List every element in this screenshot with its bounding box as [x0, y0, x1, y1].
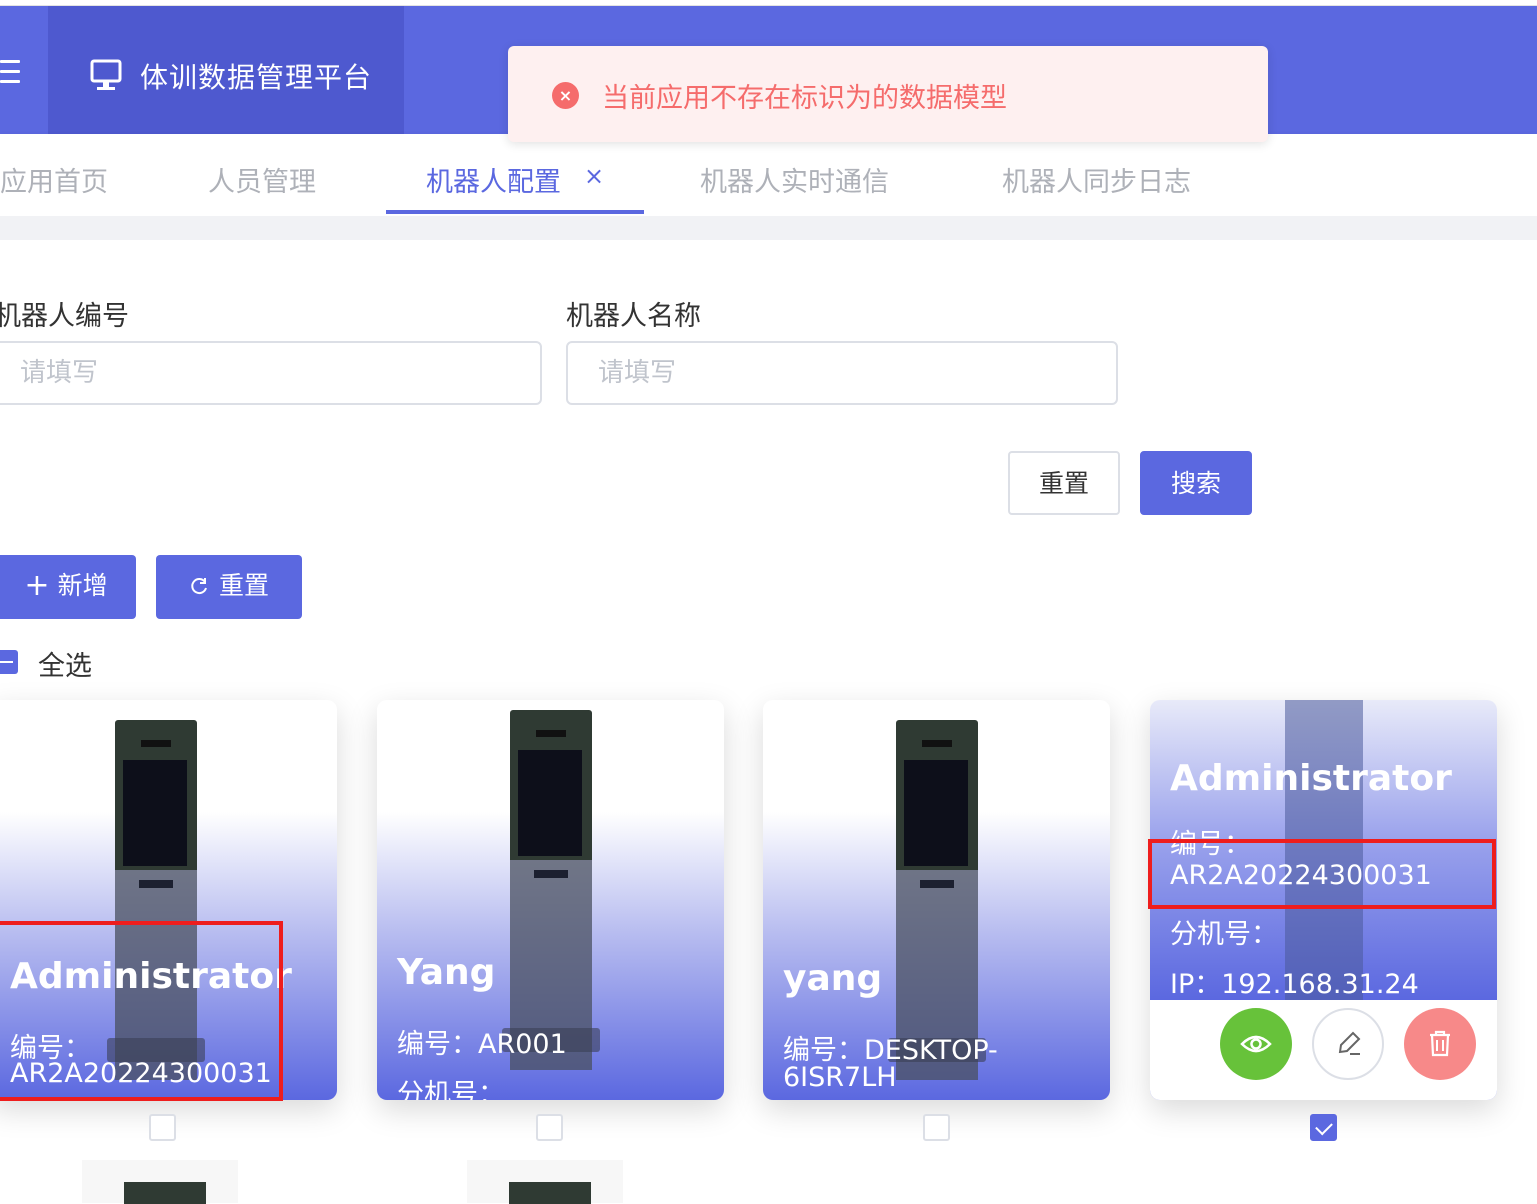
highlight-box: [0, 921, 283, 1101]
robot-kiosk-image: [888, 720, 986, 1080]
pencil-icon: [1338, 1031, 1361, 1055]
select-all-label: 全选: [38, 651, 92, 682]
plus-icon: +: [24, 568, 50, 603]
tab-close-icon[interactable]: ×: [584, 162, 604, 190]
select-all-checkbox[interactable]: [0, 650, 18, 674]
robot-card-peek[interactable]: [82, 1160, 238, 1204]
robot-extension: 分机号：: [397, 1079, 505, 1100]
robot-kiosk-image: [502, 710, 600, 1070]
card-checkbox-checked[interactable]: [1310, 1114, 1337, 1141]
error-toast: × 当前应用不存在标识为的数据模型: [508, 46, 1268, 142]
robot-name: Administrator: [1170, 758, 1452, 799]
delete-button[interactable]: [1404, 1008, 1476, 1080]
robot-card[interactable]: Yang 编号：AR001 分机号：: [377, 700, 724, 1100]
robot-name: Yang: [397, 952, 496, 993]
robot-card[interactable]: yang 编号：DESKTOP- 6ISR7LH: [763, 700, 1110, 1100]
robot-card-peek[interactable]: [467, 1160, 623, 1204]
robot-name-label: 机器人名称: [566, 301, 701, 332]
refresh-button[interactable]: 重置: [156, 555, 302, 619]
app-title: 体训数据管理平台: [140, 61, 373, 94]
tab-robot-realtime[interactable]: 机器人实时通信: [700, 160, 889, 199]
card-checkbox[interactable]: [149, 1114, 176, 1141]
toast-message: 当前应用不存在标识为的数据模型: [602, 83, 1007, 114]
brand-area: 体训数据管理平台: [48, 6, 404, 134]
robot-code-continued: 6ISR7LH: [783, 1062, 897, 1093]
card-action-bar: [1150, 1000, 1497, 1100]
card-checkbox[interactable]: [536, 1114, 563, 1141]
edit-button[interactable]: [1312, 1008, 1384, 1080]
search-button[interactable]: 搜索: [1140, 451, 1252, 515]
card-checkbox[interactable]: [923, 1114, 950, 1141]
monitor-icon: [90, 59, 122, 90]
refresh-button-label: 重置: [218, 571, 269, 600]
add-button[interactable]: + 新增: [0, 555, 136, 619]
refresh-icon: [191, 578, 207, 595]
trash-icon: [1430, 1030, 1450, 1057]
robot-name: yang: [783, 958, 883, 999]
eye-icon: [1240, 1035, 1272, 1053]
robot-ip: IP：192.168.31.24: [1170, 969, 1419, 1000]
view-button[interactable]: [1220, 1008, 1292, 1080]
highlight-box: [1148, 839, 1496, 909]
add-button-label: 新增: [57, 571, 108, 600]
error-circle-icon: ×: [552, 82, 579, 109]
robot-extension: 分机号：: [1170, 919, 1278, 950]
reset-button[interactable]: 重置: [1008, 451, 1120, 515]
tab-personnel[interactable]: 人员管理: [208, 160, 316, 199]
active-tab-indicator: [386, 210, 644, 214]
robot-code-label: 机器人编号: [0, 301, 129, 332]
tab-robot-config[interactable]: 机器人配置: [426, 160, 561, 199]
tab-home[interactable]: 应用首页: [0, 160, 108, 199]
robot-name-input[interactable]: [566, 341, 1118, 405]
tab-robot-sync-log[interactable]: 机器人同步日志: [1002, 160, 1191, 199]
hamburger-icon[interactable]: [0, 60, 20, 90]
tab-bar: 应用首页 人员管理 机器人配置 × 机器人实时通信 机器人同步日志: [0, 134, 1537, 216]
robot-code-input[interactable]: [0, 341, 542, 405]
robot-code: 编号：AR001: [397, 1029, 567, 1060]
content-divider: [0, 216, 1537, 240]
